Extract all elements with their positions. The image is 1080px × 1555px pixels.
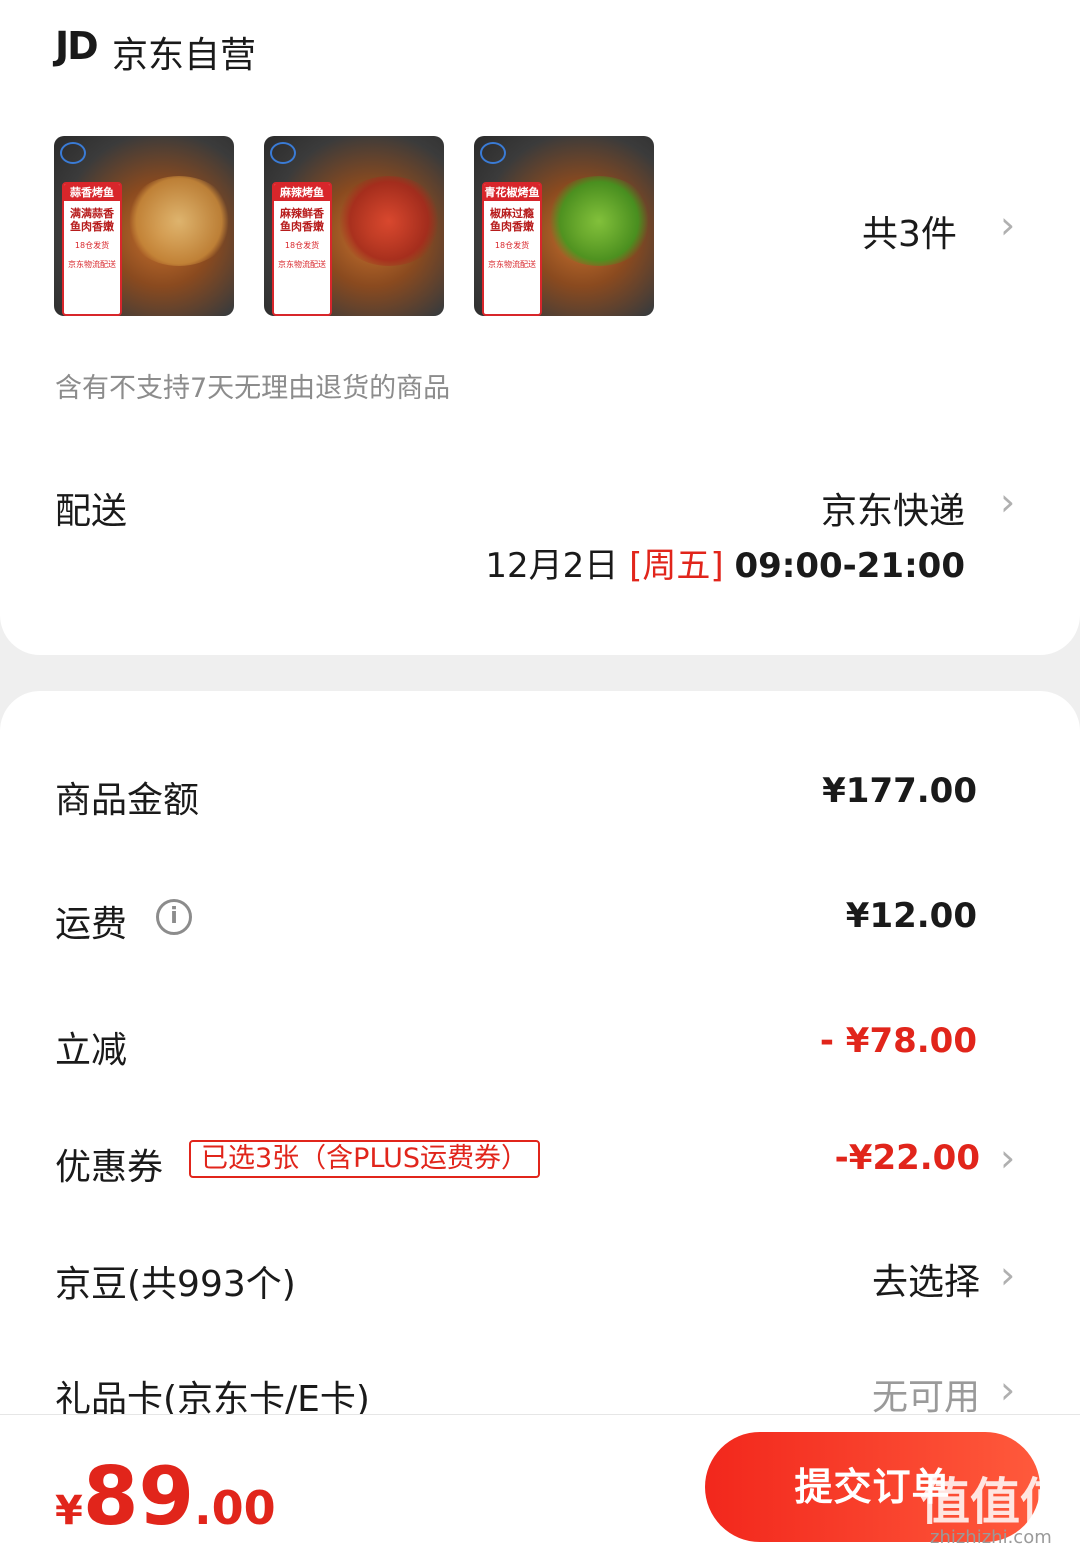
- product-tagline: 椒麻过瘾 鱼肉香嫩: [490, 207, 534, 233]
- chevron-right-icon[interactable]: ›: [1000, 1253, 1015, 1297]
- info-icon[interactable]: i: [156, 899, 192, 935]
- shipping-value: ¥12.00: [845, 896, 977, 936]
- coupon-label: 优惠券: [55, 1147, 164, 1188]
- food-image: [334, 176, 444, 266]
- delivery-weekday: [周五]: [629, 546, 724, 586]
- food-image: [124, 176, 234, 266]
- product-badge: 18仓发货: [284, 241, 320, 250]
- currency-symbol: ¥: [55, 1488, 83, 1534]
- goods-amount-value: ¥177.00: [822, 771, 977, 811]
- coupon-value[interactable]: -¥22.00: [835, 1138, 980, 1178]
- product-thumbnail[interactable]: 青花椒烤鱼 椒麻过瘾 鱼肉香嫩 18仓发货 京东物流配送: [474, 136, 654, 316]
- delivery-window: 09:00-21:00: [734, 546, 965, 586]
- product-badge: 京东物流配送: [68, 260, 116, 269]
- product-badge: 18仓发货: [494, 241, 530, 250]
- brand-logo-icon: [60, 142, 86, 164]
- store-order-card: JD 京东自营 蒜香烤鱼 满满蒜香 鱼肉香嫩 18仓发货 京东物流配送 麻辣烤鱼…: [0, 0, 1080, 655]
- product-badge: 18仓发货: [74, 241, 110, 250]
- delivery-label: 配送: [55, 491, 128, 532]
- product-label: 青花椒烤鱼 椒麻过瘾 鱼肉香嫩 18仓发货 京东物流配送: [482, 182, 542, 316]
- delivery-method[interactable]: 京东快递: [821, 482, 965, 534]
- goods-amount-label: 商品金额: [55, 780, 200, 821]
- total-price: ¥89.00: [55, 1450, 276, 1543]
- delivery-date: 12月2日: [485, 546, 619, 586]
- product-badge: 京东物流配送: [488, 260, 536, 269]
- food-image: [544, 176, 654, 266]
- brand-logo-icon: [270, 142, 296, 164]
- chevron-right-icon[interactable]: ›: [1000, 203, 1015, 247]
- product-name: 麻辣烤鱼: [274, 184, 330, 201]
- product-label: 麻辣烤鱼 麻辣鲜香 鱼肉香嫩 18仓发货 京东物流配送: [272, 182, 332, 316]
- jd-beans-select[interactable]: 去选择: [872, 1253, 980, 1305]
- watermark: 值值值: [920, 1473, 1070, 1531]
- brand-logo-icon: [480, 142, 506, 164]
- product-thumbnail[interactable]: 麻辣烤鱼 麻辣鲜香 鱼肉香嫩 18仓发货 京东物流配送: [264, 136, 444, 316]
- jd-logo: JD: [55, 24, 99, 68]
- product-name: 青花椒烤鱼: [484, 184, 540, 201]
- delivery-time[interactable]: 12月2日 [周五] 09:00-21:00: [485, 538, 965, 587]
- gift-card-value: 无可用: [871, 1377, 980, 1418]
- coupon-selected-tag[interactable]: 已选3张（含PLUS运费券）: [189, 1140, 541, 1178]
- store-name: 京东自营: [112, 35, 257, 76]
- jd-beans-label: 京豆(共993个): [55, 1264, 296, 1305]
- total-integer: 89: [82, 1450, 195, 1543]
- product-thumbnail[interactable]: 蒜香烤鱼 满满蒜香 鱼肉香嫩 18仓发货 京东物流配送: [54, 136, 234, 316]
- product-tagline: 麻辣鲜香 鱼肉香嫩: [280, 207, 324, 233]
- chevron-right-icon[interactable]: ›: [1000, 1136, 1015, 1180]
- watermark-url: zhizhizhi.com: [930, 1527, 1052, 1548]
- chevron-right-icon[interactable]: ›: [1000, 1368, 1015, 1412]
- discount-label: 立减: [55, 1030, 128, 1071]
- shipping-label: 运费: [55, 904, 128, 945]
- product-name: 蒜香烤鱼: [64, 184, 120, 201]
- item-count[interactable]: 共3件: [862, 205, 957, 257]
- total-decimal: .00: [194, 1481, 276, 1535]
- product-tagline: 满满蒜香 鱼肉香嫩: [70, 207, 114, 233]
- product-label: 蒜香烤鱼 满满蒜香 鱼肉香嫩 18仓发货 京东物流配送: [62, 182, 122, 316]
- chevron-right-icon[interactable]: ›: [1000, 480, 1015, 524]
- discount-value: - ¥78.00: [819, 1021, 977, 1061]
- product-badge: 京东物流配送: [278, 260, 326, 269]
- return-notice: 含有不支持7天无理由退货的商品: [55, 373, 451, 404]
